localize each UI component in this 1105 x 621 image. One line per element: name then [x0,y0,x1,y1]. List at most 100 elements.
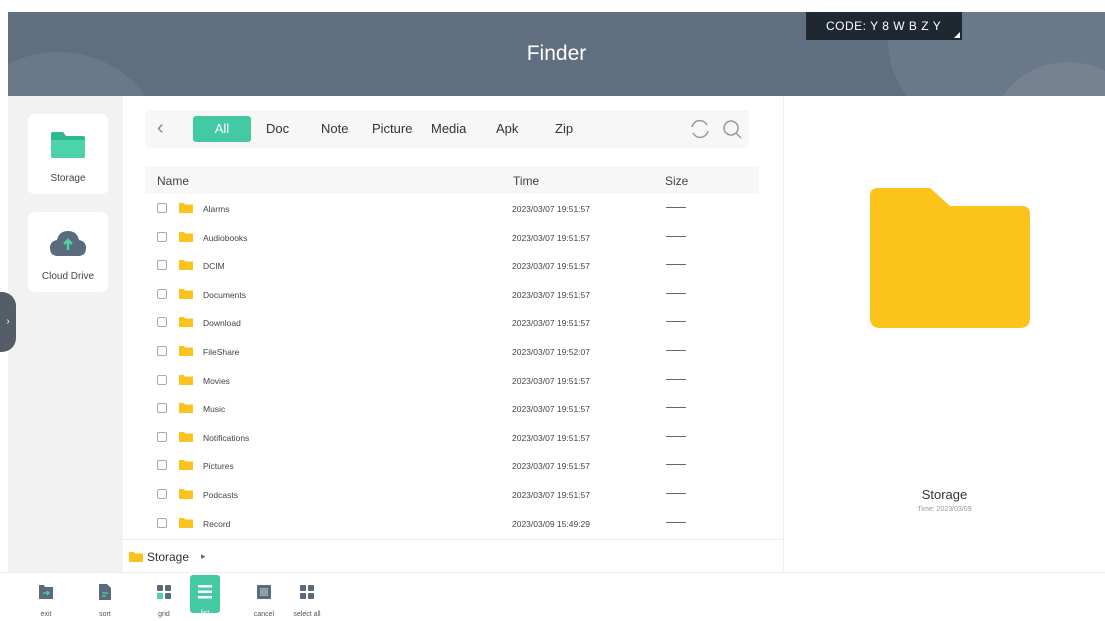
list-view-button[interactable]: list [190,575,220,617]
search-icon[interactable] [719,116,745,142]
corner-indicator-icon [954,32,960,38]
file-size-dash [666,264,686,266]
detail-panel: Storage Time: 2023/03/09 [783,96,1105,572]
sort-label: sort [99,611,111,618]
file-name: Record [203,518,231,529]
row-checkbox[interactable] [157,260,167,271]
sidebar-item-storage[interactable]: Storage [28,114,108,194]
row-checkbox[interactable] [157,317,167,328]
column-header-size[interactable]: Size [665,174,688,188]
table-row[interactable]: Podcasts 2023/03/07 19:51:57 [145,480,759,509]
bottom-action-bar: exit sort grid list cancel select all [0,572,1105,621]
exit-label: exit [40,611,52,618]
table-row[interactable]: Alarms 2023/03/07 19:51:57 [145,194,759,223]
file-size-dash [666,492,686,494]
row-checkbox[interactable] [157,517,167,528]
cancel-button[interactable]: cancel [249,583,279,618]
table-row[interactable]: Record 2023/03/09 15:49:29 [145,509,759,538]
row-checkbox[interactable] [157,403,167,414]
sidebar-item-cloud-drive[interactable]: Cloud Drive [28,212,108,292]
filter-tab-zip[interactable]: Zip [555,116,573,142]
file-size-dash [666,378,686,380]
row-checkbox[interactable] [157,460,167,471]
file-time: 2023/03/07 19:51:57 [512,232,590,243]
file-time: 2023/03/07 19:51:57 [512,375,590,386]
folder-icon [179,345,193,356]
file-time: 2023/03/07 19:52:07 [512,346,590,357]
filter-tab-doc[interactable]: Doc [266,116,289,142]
file-time: 2023/03/07 19:51:57 [512,432,590,443]
file-time: 2023/03/07 19:51:57 [512,261,590,272]
folder-icon [179,374,193,385]
file-time: 2023/03/07 19:51:57 [512,318,590,329]
table-row[interactable]: Audiobooks 2023/03/07 19:51:57 [145,223,759,252]
column-header-name[interactable]: Name [157,174,189,188]
filter-tab-all[interactable]: All [193,116,251,142]
filter-tab-picture[interactable]: Picture [372,116,412,142]
filter-tab-apk[interactable]: Apk [496,116,518,142]
exit-button[interactable]: exit [31,583,61,618]
grid-icon [157,585,171,599]
file-name: Audiobooks [203,232,248,243]
sidebar: Storage Cloud Drive [8,96,123,572]
list-icon [198,585,212,599]
breadcrumb-item-storage[interactable]: Storage [147,550,189,564]
row-checkbox[interactable] [157,431,167,442]
table-header: Name Time Size [145,166,759,194]
side-drawer-handle[interactable]: › [0,292,16,352]
row-checkbox[interactable] [157,374,167,385]
file-name: Movies [203,375,230,386]
file-name: Download [203,318,241,329]
breadcrumb: Storage ▸ [123,539,783,572]
folder-icon [179,231,193,242]
chevron-right-icon: ▸ [201,551,206,561]
code-badge[interactable]: CODE: Y 8 W B Z Y [806,12,962,40]
detail-time: Time: 2023/03/09 [917,506,972,513]
refresh-icon[interactable] [687,116,713,142]
table-row[interactable]: Movies 2023/03/07 19:51:57 [145,366,759,395]
cancel-icon [257,585,271,599]
table-row[interactable]: DCIM 2023/03/07 19:51:57 [145,251,759,280]
row-checkbox[interactable] [157,288,167,299]
table-row[interactable]: Download 2023/03/07 19:51:57 [145,308,759,337]
detail-title: Storage [921,487,968,502]
page-title: Finder [526,42,587,65]
row-checkbox[interactable] [157,231,167,242]
file-name: Alarms [203,204,230,214]
row-checkbox[interactable] [157,203,167,213]
folder-icon [179,403,193,414]
table-row[interactable]: FileShare 2023/03/07 19:52:07 [145,337,759,366]
folder-icon [179,517,193,528]
file-name: Music [203,404,226,415]
grid-view-button[interactable]: grid [149,583,179,618]
filter-tab-media[interactable]: Media [431,116,466,142]
file-name: Notifications [203,432,250,443]
cancel-label: cancel [253,611,275,618]
file-time: 2023/03/07 19:51:57 [512,204,590,214]
folder-icon [51,132,85,158]
file-list-panel: ‹ All Doc Note Picture Media Apk Zip Nam… [123,96,783,572]
sort-button[interactable]: sort [90,583,120,618]
file-name: Podcasts [203,489,238,500]
file-size-dash [666,207,686,208]
file-time: 2023/03/07 19:51:57 [512,489,590,500]
folder-icon [179,488,193,499]
table-row[interactable]: Music 2023/03/07 19:51:57 [145,394,759,423]
grid-label: grid [158,611,170,618]
sort-icon [99,584,111,600]
table-row[interactable]: Documents 2023/03/07 19:51:57 [145,280,759,309]
file-size-dash [666,407,686,409]
row-checkbox[interactable] [157,488,167,499]
back-button[interactable]: ‹ [157,118,177,140]
select-all-button[interactable]: select all [289,583,325,618]
file-time: 2023/03/07 19:51:57 [512,461,590,472]
file-size-dash [666,521,686,523]
column-header-time[interactable]: Time [513,174,539,188]
table-row[interactable]: Pictures 2023/03/07 19:51:57 [145,451,759,480]
list-label: list [200,610,210,617]
file-name: DCIM [203,261,225,272]
table-row[interactable]: Notifications 2023/03/07 19:51:57 [145,423,759,452]
row-checkbox[interactable] [157,345,167,356]
filter-tab-note[interactable]: Note [321,116,348,142]
exit-icon [39,585,53,599]
